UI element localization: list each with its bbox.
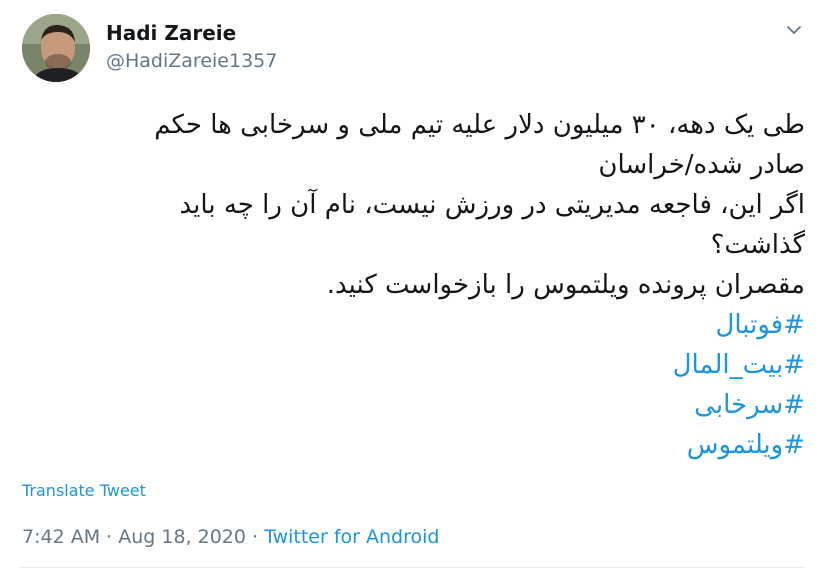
- author-name[interactable]: Hadi Zareie: [106, 20, 236, 46]
- tweet-card: Hadi Zareie @HadiZareie1357 طی یک دهه، ۳…: [0, 0, 825, 570]
- tweet-source-link[interactable]: Twitter for Android: [264, 526, 439, 548]
- author-handle[interactable]: @HadiZareie1357: [106, 49, 277, 73]
- tweet-line: صادر شده/خراسان: [598, 150, 805, 180]
- meta-separator: ·: [245, 526, 265, 548]
- tweet-text: طی یک دهه، ۳۰ میلیون دلار علیه تیم ملی و…: [20, 105, 805, 465]
- hashtag-link[interactable]: #ویلتموس: [20, 425, 805, 465]
- divider: [20, 567, 805, 568]
- hashtag-link[interactable]: #سرخابی: [20, 385, 805, 425]
- hashtag-link[interactable]: #بیت_المال: [20, 345, 805, 385]
- chevron-down-icon: [787, 26, 801, 34]
- tweet-date[interactable]: Aug 18, 2020: [118, 526, 246, 548]
- tweet-menu-button[interactable]: [784, 20, 804, 40]
- tweet-time[interactable]: 7:42 AM: [22, 526, 100, 548]
- translate-tweet-link[interactable]: Translate Tweet: [22, 481, 146, 501]
- tweet-line: اگر این، فاجعه مدیریتی در ورزش نیست، نام…: [179, 190, 805, 220]
- tweet-line: مقصران پرونده ویلتموس را بازخواست کنید.: [326, 270, 805, 300]
- tweet-line: گذاشت؟: [710, 230, 805, 260]
- meta-separator: ·: [100, 526, 119, 548]
- avatar[interactable]: [22, 14, 90, 82]
- tweet-line: طی یک دهه، ۳۰ میلیون دلار علیه تیم ملی و…: [154, 110, 805, 140]
- profile-photo-icon: [22, 14, 90, 82]
- hashtag-link[interactable]: #فوتبال: [20, 305, 805, 345]
- tweet-metadata: 7:42 AM · Aug 18, 2020 · Twitter for And…: [22, 525, 439, 549]
